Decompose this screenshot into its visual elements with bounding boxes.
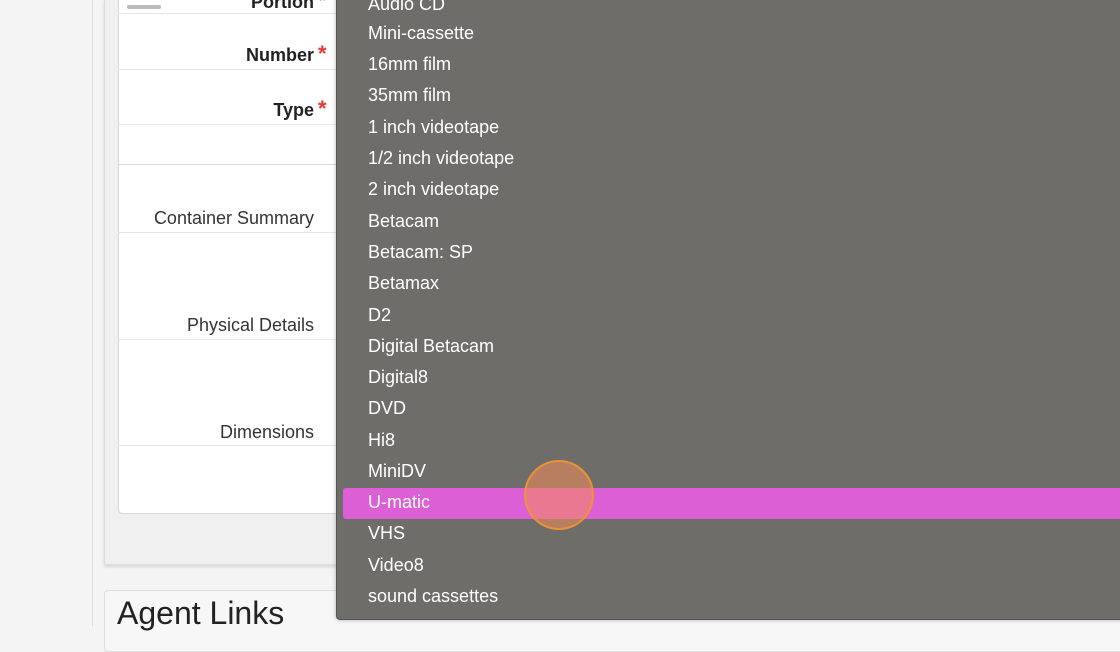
dropdown-option[interactable]: 1/2 inch videotape xyxy=(368,143,514,174)
dropdown-option[interactable]: VHS xyxy=(368,518,405,549)
agent-links-title: Agent Links xyxy=(117,595,285,631)
dimensions-label: Dimensions xyxy=(219,422,314,442)
required-marker: * xyxy=(318,0,327,13)
dropdown-option[interactable]: MiniDV xyxy=(368,456,426,487)
row-divider xyxy=(118,164,348,165)
dropdown-option[interactable]: D2 xyxy=(368,300,391,331)
required-marker: * xyxy=(318,96,327,121)
required-marker: * xyxy=(318,41,327,66)
dropdown-option[interactable]: Betacam xyxy=(368,206,439,237)
dropdown-option[interactable]: 35mm film xyxy=(368,80,451,111)
dropdown-option[interactable]: Audio CD xyxy=(368,0,445,20)
resize-handle[interactable] xyxy=(127,5,161,9)
dropdown-option[interactable]: Betacam: SP xyxy=(368,237,473,268)
row-divider xyxy=(118,445,348,446)
selected-option-highlight xyxy=(343,488,1120,519)
row-divider xyxy=(118,339,348,340)
row-divider xyxy=(118,124,348,125)
row-divider xyxy=(118,69,348,70)
type-dropdown-list[interactable] xyxy=(336,0,1120,620)
dropdown-option[interactable]: Video8 xyxy=(368,550,424,581)
row-divider xyxy=(118,13,348,14)
container-summary-label: Container Summary xyxy=(153,208,314,228)
type-label: Type xyxy=(273,100,314,120)
dropdown-option[interactable]: Betamax xyxy=(368,268,439,299)
dropdown-option[interactable]: 16mm film xyxy=(368,49,451,80)
dropdown-option[interactable]: sound cassettes xyxy=(368,581,498,612)
dropdown-option[interactable]: 1 inch videotape xyxy=(368,112,499,143)
panel-edge xyxy=(92,0,93,626)
portion-label: Portion xyxy=(251,0,314,12)
dropdown-option[interactable]: Digital8 xyxy=(368,362,428,393)
dropdown-option[interactable]: 2 inch videotape xyxy=(368,174,499,205)
physical-details-label: Physical Details xyxy=(186,315,314,335)
dropdown-option-selected[interactable]: U-matic xyxy=(368,487,430,518)
dropdown-option[interactable]: DVD xyxy=(368,393,406,424)
dropdown-option[interactable]: Mini-cassette xyxy=(368,18,474,49)
dropdown-option[interactable]: Digital Betacam xyxy=(368,331,494,362)
row-divider xyxy=(118,232,348,233)
click-cursor-indicator xyxy=(524,460,594,530)
dropdown-option[interactable]: Hi8 xyxy=(368,425,395,456)
number-label: Number xyxy=(245,45,314,65)
